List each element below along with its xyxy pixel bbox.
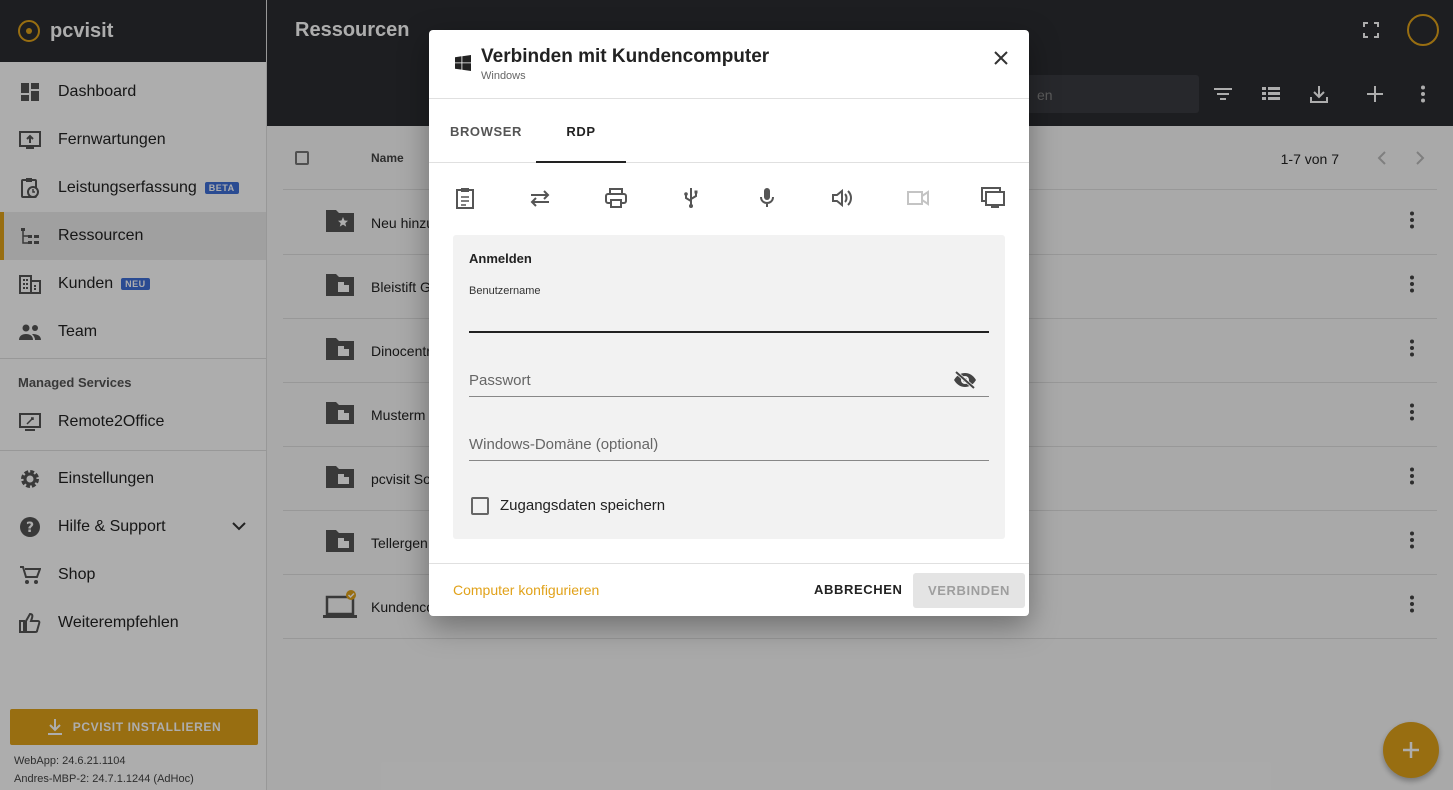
domain-underline bbox=[469, 460, 989, 461]
login-section: Anmelden Benutzername Passwort Windows-D… bbox=[453, 235, 1005, 539]
username-label: Benutzername bbox=[469, 285, 541, 297]
connect-dialog: Verbinden mit Kundencomputer Windows BRO… bbox=[429, 30, 1029, 616]
close-icon[interactable] bbox=[993, 50, 1009, 71]
windows-icon bbox=[455, 55, 471, 76]
username-input[interactable] bbox=[469, 301, 989, 331]
tab-browser[interactable]: BROWSER bbox=[429, 99, 543, 163]
save-credentials-checkbox[interactable] bbox=[471, 497, 489, 515]
save-credentials-label[interactable]: Zugangsdaten speichern bbox=[500, 497, 665, 514]
rdp-feature-toggles bbox=[453, 186, 1005, 214]
transfer-icon[interactable] bbox=[528, 186, 552, 210]
visibility-off-icon[interactable] bbox=[953, 370, 977, 395]
configure-computer-link[interactable]: Computer konfigurieren bbox=[453, 582, 599, 598]
domain-input[interactable]: Windows-Domäne (optional) bbox=[469, 436, 658, 453]
camera-icon[interactable] bbox=[906, 186, 930, 210]
usb-icon[interactable] bbox=[679, 186, 703, 210]
tab-rdp[interactable]: RDP bbox=[536, 99, 626, 163]
multi-monitor-icon[interactable] bbox=[981, 186, 1005, 210]
dialog-title: Verbinden mit Kundencomputer bbox=[481, 46, 770, 67]
dialog-subtitle: Windows bbox=[481, 70, 526, 82]
login-title: Anmelden bbox=[469, 251, 532, 266]
connect-button[interactable]: VERBINDEN bbox=[913, 573, 1025, 608]
password-input[interactable]: Passwort bbox=[469, 372, 531, 389]
cancel-button[interactable]: ABBRECHEN bbox=[814, 582, 902, 597]
dialog-footer: Computer konfigurieren ABBRECHEN VERBIND… bbox=[429, 563, 1029, 616]
password-underline bbox=[469, 396, 989, 397]
dialog-header: Verbinden mit Kundencomputer Windows bbox=[429, 30, 1029, 99]
dialog-tabs: BROWSER RDP bbox=[429, 99, 1029, 163]
username-underline bbox=[469, 331, 989, 333]
speaker-icon[interactable] bbox=[830, 186, 854, 210]
printer-icon[interactable] bbox=[604, 186, 628, 210]
clipboard-icon[interactable] bbox=[453, 186, 477, 210]
microphone-icon[interactable] bbox=[755, 186, 779, 210]
